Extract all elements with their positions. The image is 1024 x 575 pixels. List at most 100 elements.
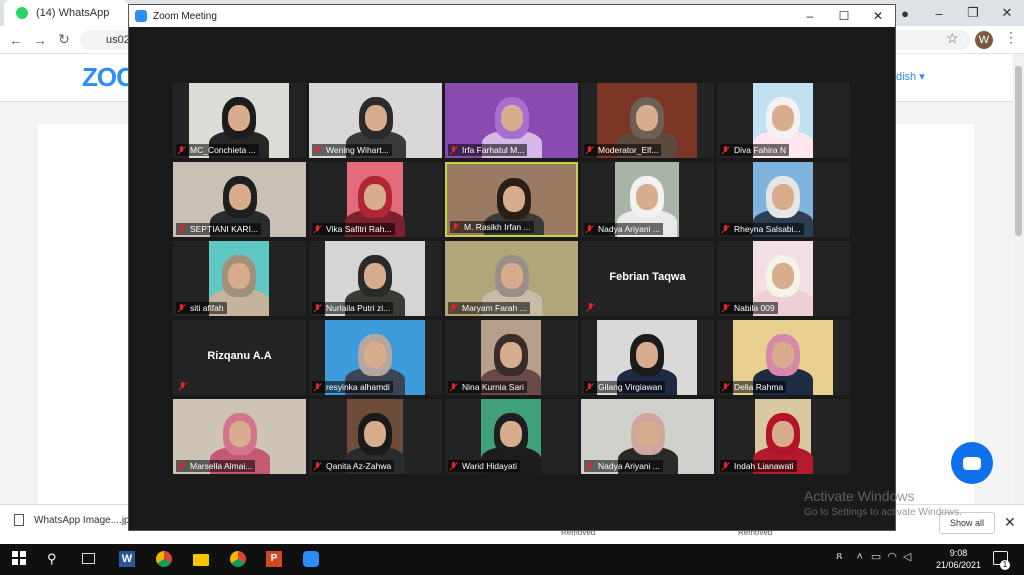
search-icon[interactable]: ⚲ (47, 551, 63, 567)
zoom-app-icon (135, 10, 147, 22)
participant-tile[interactable]: Marsella Almai... (173, 399, 306, 474)
chat-button[interactable] (951, 442, 993, 484)
forward-icon[interactable]: → (28, 32, 52, 48)
minimize-browser-button[interactable]: – (922, 6, 956, 21)
participant-tile[interactable]: Vika Safitri Rah... (309, 162, 442, 237)
profile-avatar[interactable]: W (975, 31, 993, 49)
participant-tile[interactable]: Moderator_Elf... (581, 83, 714, 158)
muted-mic-icon (177, 461, 186, 471)
wifi-icon[interactable]: ◠ (887, 550, 897, 563)
muted-mic-icon (721, 145, 730, 155)
address-text: us02 (106, 34, 130, 46)
participant-name: SEPTIANI KARI... (190, 224, 259, 234)
participant-tile[interactable]: MC_Conchieta ... (173, 83, 306, 158)
chrome-profile-icon[interactable] (230, 551, 246, 567)
person-face (772, 342, 794, 368)
participant-name-card: Febrian Taqwa (609, 271, 686, 283)
participant-tile[interactable]: SEPTIANI KARI... (173, 162, 306, 237)
muted-mic-icon (721, 303, 730, 313)
powerpoint-icon[interactable]: P (266, 551, 282, 567)
person-face (500, 105, 523, 131)
participant-name: Wening Wihart... (326, 145, 389, 155)
close-browser-button[interactable]: ✕ (990, 5, 1024, 21)
participant-label: Vika Safitri Rah... (312, 223, 395, 235)
participant-tile[interactable]: resyinka alhamdi (309, 320, 442, 395)
muted-mic-icon (721, 461, 730, 471)
scrollbar-thumb[interactable] (1015, 66, 1022, 236)
zoom-taskbar-icon[interactable] (303, 551, 319, 567)
participant-tile[interactable]: Qanita Az-Zahwa (309, 399, 442, 474)
participant-label: Delia Rahma (720, 381, 787, 393)
muted-mic-icon (177, 303, 186, 313)
file-explorer-icon[interactable] (193, 554, 209, 566)
participant-tile[interactable]: Irfa Farhatul M... (445, 83, 578, 158)
participant-name: resyinka alhamdi (326, 382, 390, 392)
participant-label: Qanita Az-Zahwa (312, 460, 395, 472)
muted-mic-icon (721, 224, 730, 234)
language-link[interactable]: dish ▾ (896, 70, 925, 83)
back-icon[interactable]: ← (4, 32, 28, 48)
participant-label: Diva Fahira N (720, 144, 789, 156)
browser-menu-icon[interactable]: ⋮ (1004, 29, 1018, 46)
participant-tile[interactable]: siti afifah (173, 241, 306, 316)
person-face (364, 263, 386, 289)
maximize-icon[interactable]: ☐ (827, 5, 861, 27)
participant-tile[interactable]: Rheyna Salsabi... (717, 162, 850, 237)
gallery-video-grid: MC_Conchieta ... Wening Wihart... Irfa Far… (173, 83, 853, 475)
participant-label: Nabila 009 (720, 302, 778, 314)
participant-name: siti afifah (190, 303, 224, 313)
participant-label: Nadya Ariyani ... (584, 460, 663, 472)
chrome-icon[interactable] (156, 551, 172, 567)
person-face (364, 421, 386, 447)
download-item[interactable]: WhatsApp Image....jpg (14, 514, 135, 526)
taskbar-clock[interactable]: 9:08 21/06/2021 (936, 547, 981, 571)
watermark-title: Activate Windows (804, 488, 915, 504)
participant-tile[interactable]: Gilang Virgiawan (581, 320, 714, 395)
participant-label: Marsella Almai... (176, 460, 256, 472)
battery-icon[interactable]: ▭ (871, 550, 881, 563)
participant-tile[interactable]: Maryam Farah ... (445, 241, 578, 316)
participant-tile[interactable]: Nadya Ariyani ... (581, 399, 714, 474)
person-face (772, 105, 794, 131)
participant-tile[interactable]: Febrian Taqwa (581, 241, 714, 316)
muted-mic-icon (585, 461, 594, 471)
task-view-icon[interactable] (82, 553, 95, 564)
participant-tile[interactable]: Nadya Ariyani ... (581, 162, 714, 237)
windows-start-icon[interactable] (12, 551, 28, 567)
participant-tile[interactable]: Nabila 009 (717, 241, 850, 316)
volume-icon[interactable]: ◁ (903, 550, 911, 563)
chat-bubble-icon (963, 456, 981, 470)
muted-mic-icon (313, 145, 322, 155)
file-icon (14, 514, 24, 526)
bookmark-star-icon[interactable]: ☆ (946, 30, 959, 47)
participant-tile[interactable]: Delia Rahma (717, 320, 850, 395)
person-face (500, 342, 522, 368)
muted-mic-icon (449, 145, 458, 155)
participant-tile[interactable]: Diva Fahira N (717, 83, 850, 158)
participant-tile[interactable]: Wening Wihart... (309, 83, 442, 158)
people-icon[interactable]: ጸ (836, 550, 842, 563)
reload-icon[interactable]: ↻ (52, 31, 76, 48)
participant-tile[interactable]: Nina Kurnia Sari (445, 320, 578, 395)
close-download-bar-icon[interactable]: ✕ (1004, 514, 1016, 531)
restore-browser-button[interactable]: ❐ (956, 5, 990, 21)
participant-tile[interactable]: Rizqanu A.A (173, 320, 306, 395)
participant-name: Nadya Ariyani ... (598, 224, 660, 234)
close-icon[interactable]: ✕ (861, 5, 895, 27)
word-icon[interactable]: W (119, 551, 135, 567)
muted-mic-icon (585, 382, 594, 392)
zoom-meeting-window: Zoom Meeting – ☐ ✕ MC_Conchieta ... Wenin… (128, 4, 896, 531)
participant-name: Gilang Virgiawan (598, 382, 663, 392)
chevron-up-icon[interactable]: ˄ (856, 551, 862, 563)
participant-label: Warid Hidayati (448, 460, 520, 472)
participant-tile[interactable]: M. Rasikh Irfan ... (445, 162, 578, 237)
participant-tile[interactable]: Indah Lianawati (717, 399, 850, 474)
browser-tab-whatsapp[interactable]: (14) WhatsApp (4, 0, 128, 26)
participant-name: M. Rasikh Irfan ... (464, 222, 531, 232)
participant-tile[interactable]: Warid Hidayati (445, 399, 578, 474)
person-face (502, 186, 525, 212)
muted-mic-icon (313, 224, 322, 234)
participant-tile[interactable]: Nurlaila Putri zi... (309, 241, 442, 316)
minimize-icon[interactable]: – (793, 5, 827, 27)
participant-name: Maryam Farah ... (462, 303, 527, 313)
